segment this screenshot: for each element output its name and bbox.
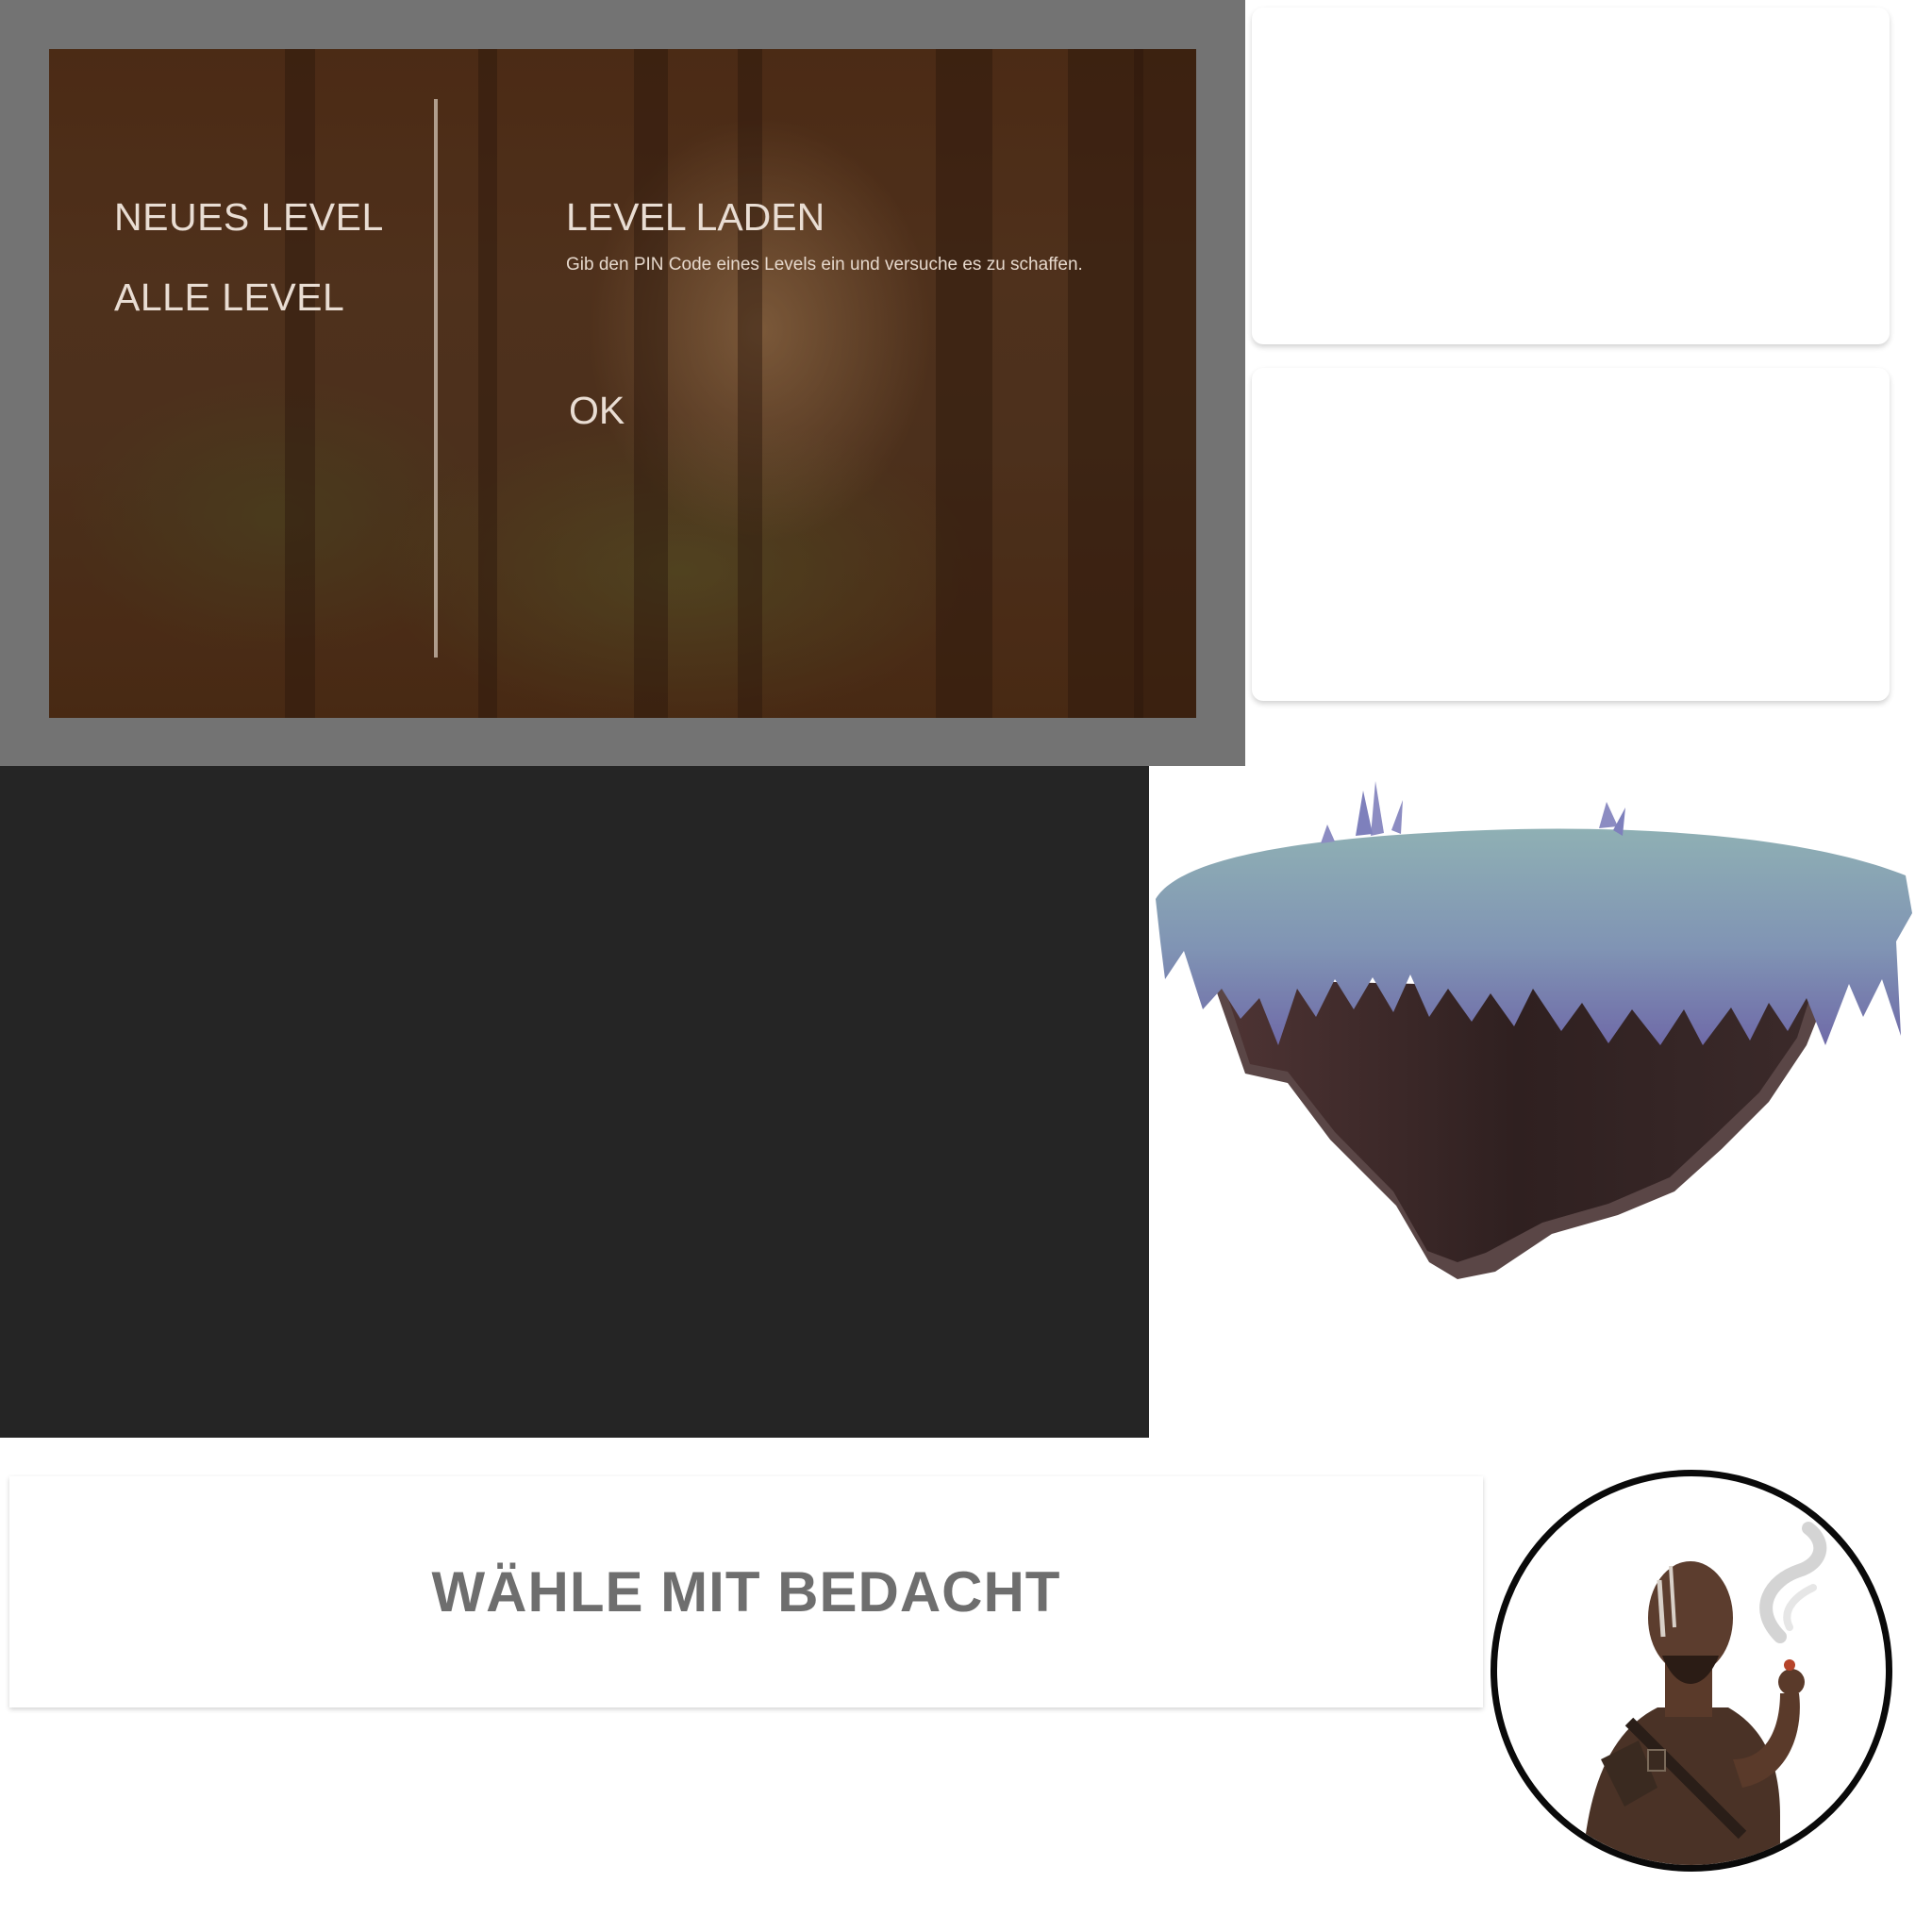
menu-divider <box>434 99 438 658</box>
new-level-button[interactable]: NEUES LEVEL <box>114 195 384 240</box>
dark-panel <box>0 766 1149 1438</box>
load-level-title: LEVEL LADEN <box>566 195 825 239</box>
main-menu-panel: NEUES LEVEL ALLE LEVEL LEVEL LADEN Gib d… <box>49 49 1196 718</box>
choose-wisely-banner: WÄHLE MIT BEDACHT <box>9 1476 1483 1707</box>
all-levels-button[interactable]: ALLE LEVEL <box>114 275 344 320</box>
menu-frame: NEUES LEVEL ALLE LEVEL LEVEL LADEN Gib d… <box>0 0 1245 766</box>
banner-text: WÄHLE MIT BEDACHT <box>431 1560 1061 1624</box>
forest-background-image <box>49 49 1196 718</box>
load-level-description: Gib den PIN Code eines Levels ein und ve… <box>566 255 1083 275</box>
ok-button[interactable]: OK <box>569 389 625 433</box>
floating-island-image <box>1146 762 1929 1291</box>
character-portrait-image <box>1491 1470 1892 1872</box>
game-screen: NEUES LEVEL ALLE LEVEL LEVEL LADEN Gib d… <box>0 0 1932 1932</box>
empty-card-middle <box>1252 368 1890 701</box>
empty-card-top <box>1252 8 1890 344</box>
